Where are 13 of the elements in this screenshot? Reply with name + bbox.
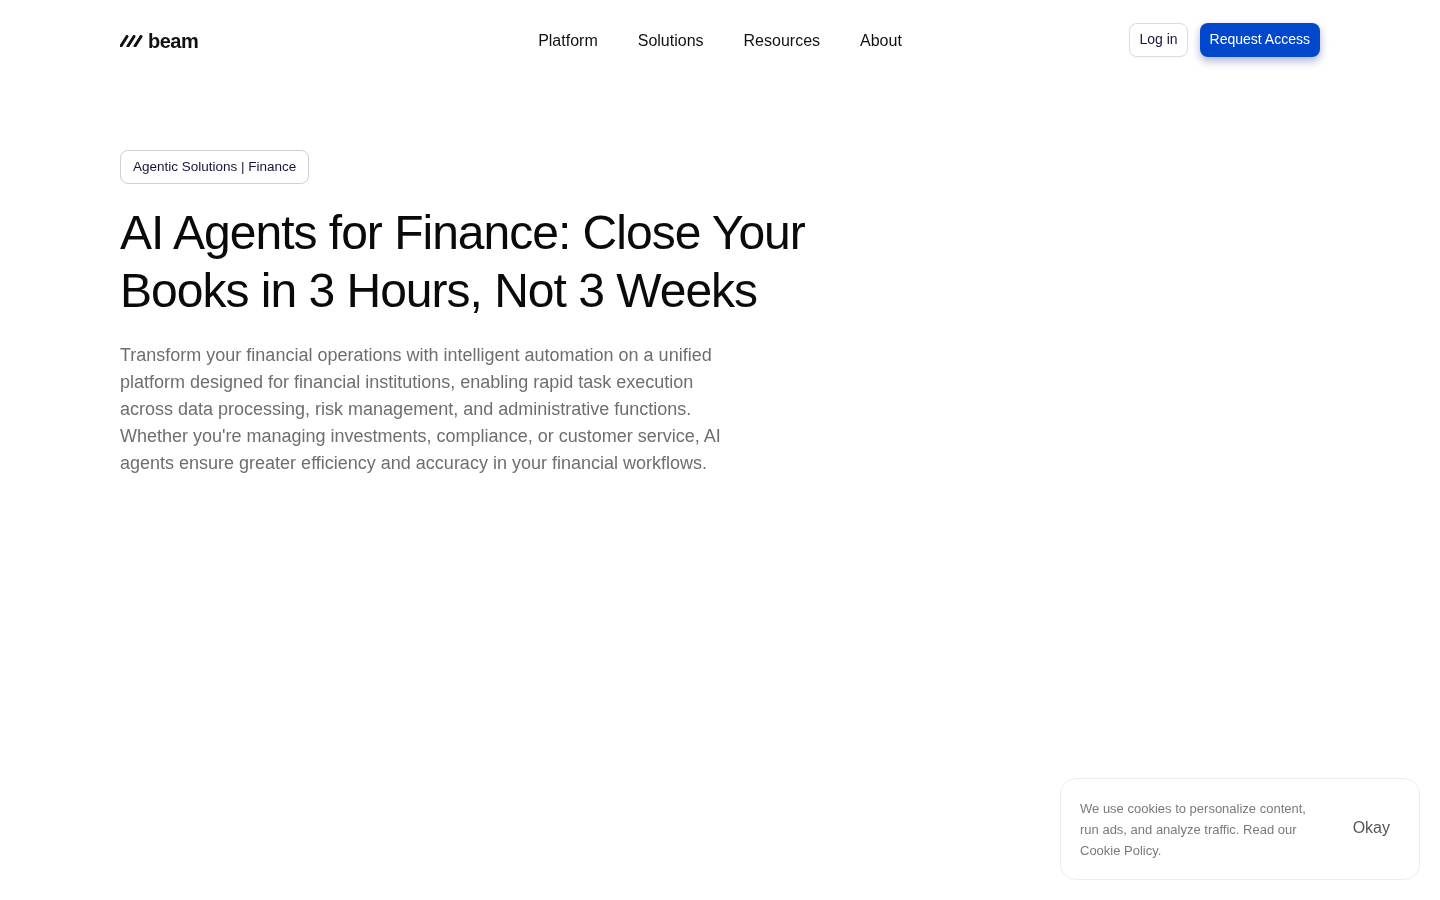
- nav-link[interactable]: Resources: [743, 28, 821, 53]
- brand-name[interactable]: beam: [148, 30, 199, 51]
- cookie-notice-text: We use cookies to personalize content, run ads, and analyze traffic. Read our Cookie Policy.: [1080, 799, 1307, 860]
- slash-lines-logo-icon: [120, 34, 144, 47]
- request-access-button[interactable]: Request Access: [1199, 22, 1320, 57]
- nav-link[interactable]: About: [860, 28, 902, 53]
- login-button[interactable]: Log in: [1129, 22, 1188, 57]
- nav-link[interactable]: Solutions: [637, 28, 704, 53]
- nav-link[interactable]: Platform: [538, 28, 598, 53]
- hero-description: Transform your financial operations with intelligent automation on a unified platform designed for financial institutions, enabling rapid task execution across data processing, risk management, and administrative functions. Whether you're managing investments, compliance, or customer service, AI agents ensure greater efficiency and accuracy in your financial workflows.: [120, 344, 722, 475]
- category-tag: Agentic Solutions | Finance: [120, 150, 310, 184]
- okay-button[interactable]: Okay: [1352, 816, 1390, 840]
- hero-heading: AI Agents for Finance: Close Your Books in 3 Hours, Not 3 Weeks: [120, 205, 806, 319]
